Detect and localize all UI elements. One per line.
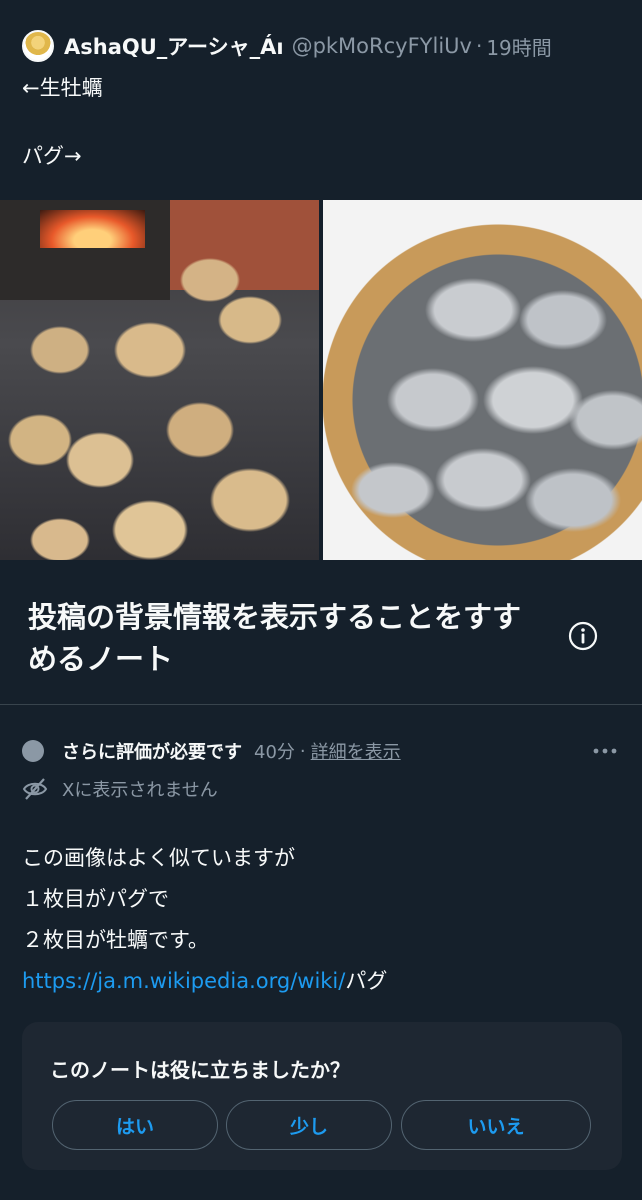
- author-name[interactable]: AshaQU_アーシャ_Áı: [64, 31, 284, 61]
- avatar[interactable]: [22, 30, 54, 62]
- image-oysters[interactable]: [323, 200, 642, 560]
- note-body-line: ２枚目が牡蠣です。: [22, 928, 209, 952]
- wikipedia-link[interactable]: https://ja.m.wikipedia.org/wiki/: [22, 969, 345, 993]
- note-time: 40分: [254, 742, 295, 763]
- post-header: AshaQU_アーシャ_Áı @pkMoRcyFYliUv · 19時間: [22, 28, 624, 64]
- post-images: [0, 200, 642, 560]
- more-icon[interactable]: [592, 740, 618, 762]
- rate-somewhat-button[interactable]: 少し: [226, 1100, 392, 1150]
- separator-dot: ·: [475, 34, 483, 58]
- post-text-line-2: パグ→: [22, 144, 82, 168]
- post-time[interactable]: 19時間: [486, 32, 551, 61]
- visibility-status: Xに表示されません: [22, 774, 218, 804]
- note-status: さらに評価が必要です: [62, 742, 242, 763]
- hidden-label: Xに表示されません: [62, 780, 218, 801]
- image-pugs[interactable]: [0, 200, 319, 560]
- post-text-line-1: ←生牡蠣: [22, 76, 103, 100]
- note-body-line: １枚目がパグで: [22, 887, 169, 911]
- rate-no-button[interactable]: いいえ: [401, 1100, 591, 1150]
- details-link[interactable]: 詳細を表示: [311, 738, 401, 764]
- note-meta: さらに評価が必要です 40分 · 詳細を表示: [22, 736, 624, 766]
- note-source-line: https://ja.m.wikipedia.org/wiki/パグ: [22, 961, 387, 1002]
- community-note-header: 投稿の背景情報を表示することをすすめるノート: [0, 560, 642, 705]
- note-title: 投稿の背景情報を表示することをすすめるノート: [28, 600, 522, 676]
- separator-dot: ·: [299, 740, 306, 762]
- status-dot: [22, 740, 44, 762]
- note-body: この画像はよく似ていますが １枚目がパグで ２枚目が牡蠣です。 https://…: [22, 838, 387, 1002]
- link-suffix: パグ: [345, 969, 388, 993]
- rating-card: このノートは役に立ちましたか？ はい 少し いいえ: [22, 1022, 622, 1170]
- rate-yes-button[interactable]: はい: [52, 1100, 218, 1150]
- info-icon[interactable]: [568, 621, 598, 651]
- note-body-line: この画像はよく似ていますが: [22, 846, 295, 870]
- author-handle[interactable]: @pkMoRcyFYliUv: [292, 34, 472, 58]
- fireplace-fire: [40, 210, 145, 248]
- eye-off-icon: [22, 778, 48, 800]
- rating-question: このノートは役に立ちましたか？: [50, 1058, 350, 1082]
